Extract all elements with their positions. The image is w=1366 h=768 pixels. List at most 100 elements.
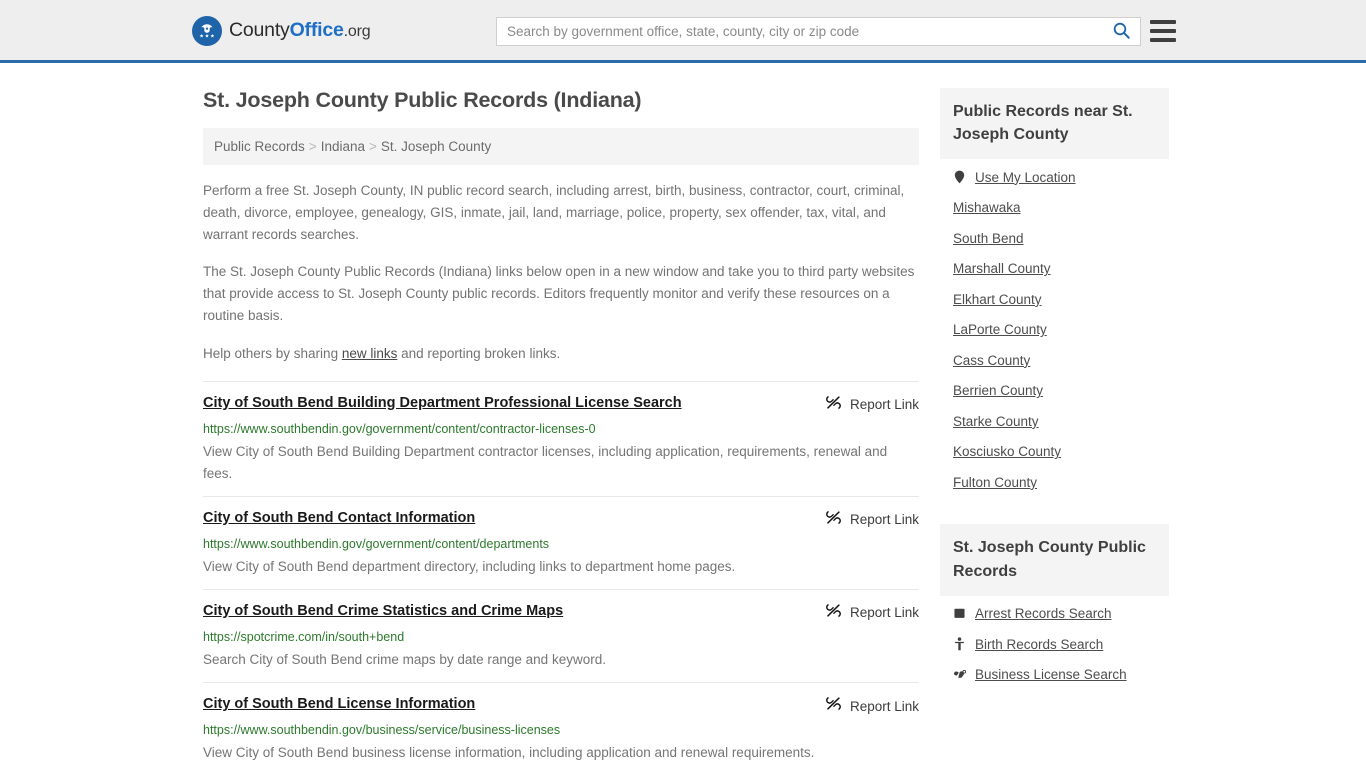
sidebar-item-laporte-county[interactable]: LaPorte County: [953, 323, 1047, 337]
logo-text-county: County: [229, 19, 290, 42]
breadcrumb-item-public-records[interactable]: Public Records: [214, 139, 305, 154]
report-link-button[interactable]: Report Link: [825, 509, 919, 530]
list-item: Kosciusko County: [953, 445, 1169, 459]
menu-bar-3: [1150, 38, 1176, 42]
sidebar-item-berrien-county[interactable]: Berrien County: [953, 384, 1043, 398]
fingerprint-icon: [953, 608, 966, 619]
sidebar-nearby-list: Use My Location Mishawaka South Bend Mar…: [940, 159, 1169, 489]
broken-link-icon: [825, 510, 842, 530]
result-description: View City of South Bend department direc…: [203, 559, 736, 575]
sidebar-item-marshall-county[interactable]: Marshall County: [953, 262, 1051, 276]
sidebar-records-title: St. Joseph County Public Records: [940, 524, 1169, 596]
map-pin-icon: [953, 170, 966, 184]
eagle-emblem-icon: [192, 16, 222, 46]
menu-bar-1: [1150, 20, 1176, 24]
result-description: View City of South Bend business license…: [203, 745, 815, 761]
report-link-label: Report Link: [849, 698, 919, 714]
intro-paragraph-1: Perform a free St. Joseph County, IN pub…: [203, 182, 905, 242]
result-title-link[interactable]: City of South Bend Crime Statistics and …: [203, 602, 563, 620]
sidebar-item-fulton-county[interactable]: Fulton County: [953, 476, 1037, 490]
result-url: https://spotcrime.com/in/south+bend: [203, 629, 405, 644]
breadcrumb: Public Records > Indiana > St. Joseph County: [203, 127, 919, 165]
help-text-after: and reporting broken links.: [397, 345, 561, 361]
broken-link-icon: [825, 696, 842, 716]
baby-icon: [953, 637, 966, 651]
search-button[interactable]: [1102, 18, 1140, 45]
search-input[interactable]: [497, 18, 1102, 45]
hamburger-menu-icon[interactable]: [1150, 20, 1176, 42]
result-title-link[interactable]: City of South Bend Contact Information: [203, 509, 475, 527]
list-item: Marshall County: [953, 262, 1169, 276]
breadcrumb-item-indiana[interactable]: Indiana: [321, 139, 365, 154]
result-row: City of South Bend Building Department P…: [203, 380, 919, 496]
intro-paragraph-2: The St. Joseph County Public Records (In…: [203, 264, 915, 324]
sidebar-records-list: Arrest Records Search Birth Records Sear…: [940, 596, 1169, 682]
result-row: City of South Bend License Information R…: [203, 682, 919, 768]
list-item: Business License Search: [953, 668, 1169, 682]
list-item: Starke County: [953, 415, 1169, 429]
result-row: City of South Bend Contact Information R…: [203, 495, 919, 589]
sidebar-item-cass-county[interactable]: Cass County: [953, 354, 1030, 368]
sidebar: Public Records near St. Joseph County Us…: [940, 88, 1169, 699]
result-title-link[interactable]: City of South Bend License Information: [203, 695, 475, 713]
sidebar-item-birth-records-search[interactable]: Birth Records Search: [975, 637, 1103, 652]
list-item: Birth Records Search: [953, 637, 1169, 651]
list-item: Cass County: [953, 354, 1169, 368]
new-links-link[interactable]: new links: [342, 346, 398, 361]
result-header: City of South Bend Crime Statistics and …: [203, 602, 919, 623]
breadcrumb-separator-2: >: [368, 138, 377, 154]
result-description: Search City of South Bend crime maps by …: [203, 652, 606, 668]
site-logo[interactable]: CountyOffice.org: [192, 16, 371, 46]
list-item: Fulton County: [953, 476, 1169, 490]
list-item: Elkhart County: [953, 293, 1169, 307]
report-link-button[interactable]: Report Link: [825, 695, 919, 716]
site-logo-text: CountyOffice.org: [229, 19, 371, 42]
sidebar-nearby-title: Public Records near St. Joseph County: [940, 88, 1169, 160]
result-url: https://www.southbendin.gov/government/c…: [203, 536, 550, 551]
result-url: https://www.southbendin.gov/business/ser…: [203, 723, 561, 737]
logo-text-office: Office: [289, 19, 344, 42]
list-item: Berrien County: [953, 384, 1169, 398]
menu-bar-2: [1150, 29, 1176, 33]
page-title: St. Joseph County Public Records (Indian…: [203, 88, 642, 112]
list-item: Use My Location: [953, 170, 1169, 184]
site-header: CountyOffice.org: [0, 0, 1366, 63]
result-header: City of South Bend Contact Information R…: [203, 509, 919, 530]
result-description: View City of South Bend Building Departm…: [203, 444, 888, 481]
sidebar-item-use-my-location[interactable]: Use My Location: [975, 171, 1076, 185]
breadcrumb-item-st-joseph-county[interactable]: St. Joseph County: [381, 139, 491, 154]
sidebar-item-elkhart-county[interactable]: Elkhart County: [953, 293, 1042, 307]
briefcase-icon: [953, 669, 966, 681]
sidebar-item-business-license-search[interactable]: Business License Search: [975, 668, 1127, 682]
list-item: Mishawaka: [953, 201, 1169, 215]
list-item: Arrest Records Search: [953, 607, 1169, 621]
report-link-label: Report Link: [849, 605, 919, 621]
result-header: City of South Bend Building Department P…: [203, 394, 919, 415]
report-link-button[interactable]: Report Link: [825, 394, 919, 415]
logo-text-tld: .org: [343, 23, 371, 41]
broken-link-icon: [825, 395, 842, 415]
broken-link-icon: [825, 603, 842, 623]
breadcrumb-separator-1: >: [308, 138, 317, 154]
report-link-label: Report Link: [849, 397, 919, 413]
report-link-button[interactable]: Report Link: [825, 602, 919, 623]
list-item: LaPorte County: [953, 323, 1169, 337]
result-header: City of South Bend License Information R…: [203, 695, 919, 716]
header-inner: CountyOffice.org: [0, 0, 1366, 60]
list-item: South Bend: [953, 232, 1169, 246]
result-title-link[interactable]: City of South Bend Building Department P…: [203, 394, 682, 412]
sidebar-item-arrest-records-search[interactable]: Arrest Records Search: [975, 607, 1112, 621]
help-text-before: Help others by sharing: [203, 345, 342, 361]
sidebar-item-starke-county[interactable]: Starke County: [953, 415, 1039, 429]
sidebar-item-mishawaka[interactable]: Mishawaka: [953, 201, 1021, 215]
result-url: https://www.southbendin.gov/government/c…: [203, 421, 596, 436]
sidebar-section-gap: [940, 506, 1169, 524]
report-link-label: Report Link: [849, 512, 919, 528]
search-icon: [1112, 21, 1131, 43]
help-others-line: Help others by sharing new links and rep…: [203, 343, 919, 365]
main-content: St. Joseph County Public Records (Indian…: [203, 88, 919, 768]
sidebar-item-kosciusko-county[interactable]: Kosciusko County: [953, 445, 1061, 459]
sidebar-item-south-bend[interactable]: South Bend: [953, 232, 1024, 246]
search-bar: [496, 17, 1141, 46]
result-row: City of South Bend Crime Statistics and …: [203, 588, 919, 682]
